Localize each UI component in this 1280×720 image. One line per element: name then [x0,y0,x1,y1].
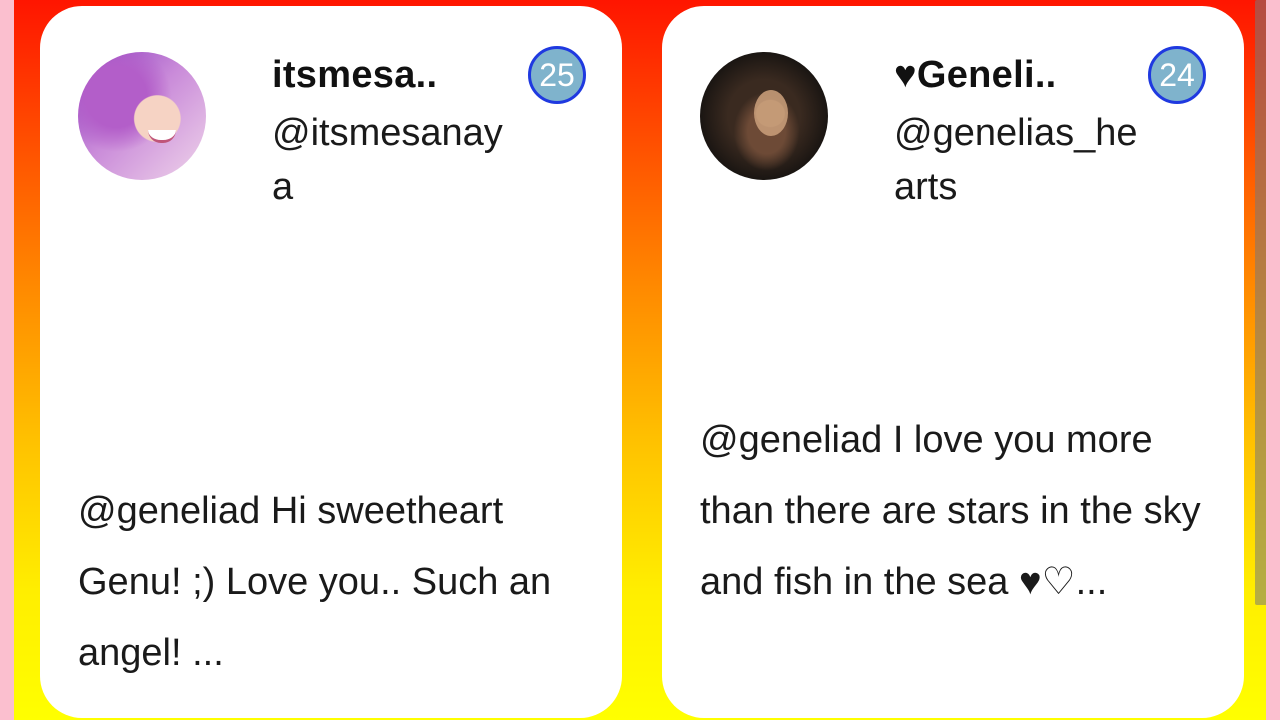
user-display-name: itsmesa.. [272,54,438,96]
avatar[interactable] [78,52,206,180]
tweet-card[interactable]: itsmesa.. @itsmesanaya 25 @geneliad Hi s… [40,6,622,718]
user-handle: @itsmesanaya [272,112,503,208]
vertical-scrollbar[interactable] [1255,0,1266,605]
tweet-text: @geneliad Hi sweetheart Genu! ;) Love yo… [78,490,552,674]
avatar-photo-detail [754,90,788,136]
avatar[interactable] [700,52,828,180]
tweet-card[interactable]: ♥Geneli.. @genelias_hearts 24 @geneliad … [662,6,1244,718]
count-badge: 24 [1148,46,1206,104]
count-badge: 25 [528,46,586,104]
tweet-text: @geneliad I love you more than there are… [700,419,1201,603]
avatar-photo-detail [148,130,176,143]
user-display-name: ♥Geneli.. [894,54,1057,96]
user-handle: @genelias_hearts [894,112,1138,208]
feed-background: itsmesa.. @itsmesanaya 25 @geneliad Hi s… [14,0,1266,720]
